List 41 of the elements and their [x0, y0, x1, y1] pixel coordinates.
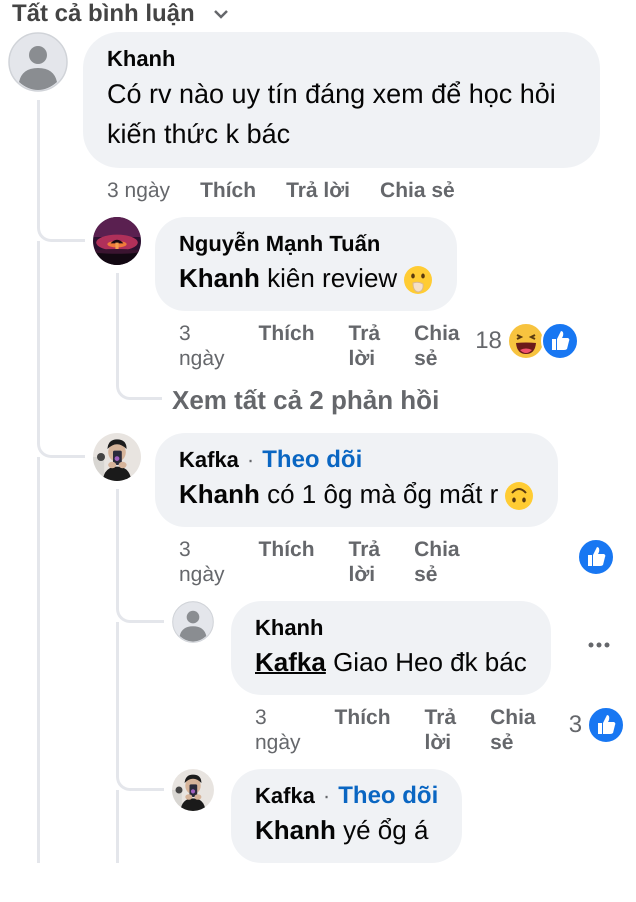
author-name[interactable]: Khanh	[107, 44, 176, 74]
comment-text: Kafka Giao Heo đk bác	[255, 646, 527, 679]
separator-dot: ·	[322, 782, 330, 810]
reply-button[interactable]: Trả lời	[424, 705, 456, 755]
share-button[interactable]: Chia sẻ	[414, 321, 460, 371]
like-button[interactable]: Thích	[200, 178, 256, 203]
reply-button[interactable]: Trả lời	[348, 537, 380, 587]
reply-button[interactable]: Trả lời	[286, 178, 350, 203]
comment-text: Khanh kiên review	[179, 259, 434, 297]
default-avatar-icon[interactable]	[172, 601, 214, 643]
emoji-icon	[504, 481, 534, 512]
view-replies-link[interactable]: Xem tất cả 2 phản hồi	[172, 385, 440, 415]
reaction-count[interactable]: 18	[475, 327, 502, 355]
share-button[interactable]: Chia sẻ	[414, 537, 460, 587]
follow-link[interactable]: Theo dõi	[262, 445, 362, 475]
separator-dot: ·	[246, 446, 254, 474]
time-label: 3 ngày	[179, 321, 225, 371]
default-avatar-icon[interactable]	[8, 32, 68, 92]
time-label: 3 ngày	[255, 705, 301, 755]
like-button[interactable]: Thích	[334, 705, 391, 755]
time-label: 3 ngày	[107, 178, 170, 203]
comment-text: Có rv nào uy tín đáng xem để học hỏi kiến thức k bác	[107, 78, 557, 151]
more-options-icon[interactable]	[586, 641, 611, 649]
comment-text: Khanh yé ổg á	[255, 814, 430, 847]
share-button[interactable]: Chia sẻ	[380, 178, 455, 203]
reaction-count[interactable]: 3	[568, 711, 582, 739]
emoji-icon	[403, 265, 434, 296]
like-reaction-icon	[540, 321, 580, 361]
share-button[interactable]: Chia sẻ	[490, 705, 536, 755]
author-name[interactable]: Kafka	[179, 445, 239, 475]
chevron-down-icon[interactable]	[212, 9, 229, 19]
time-label: 3 ngày	[179, 537, 225, 587]
like-button[interactable]: Thích	[258, 537, 315, 587]
author-name[interactable]: Khanh	[255, 613, 324, 643]
like-button[interactable]: Thích	[258, 321, 315, 371]
comment-text: Khanh có 1 ôg mà ổg mất r	[179, 475, 534, 513]
follow-link[interactable]: Theo dõi	[338, 781, 438, 811]
author-name[interactable]: Nguyễn Mạnh Tuấn	[179, 229, 380, 259]
reply-button[interactable]: Trả lời	[348, 321, 380, 371]
comments-filter[interactable]: Tất cả bình luận	[12, 0, 195, 28]
author-name[interactable]: Kafka	[255, 781, 315, 811]
